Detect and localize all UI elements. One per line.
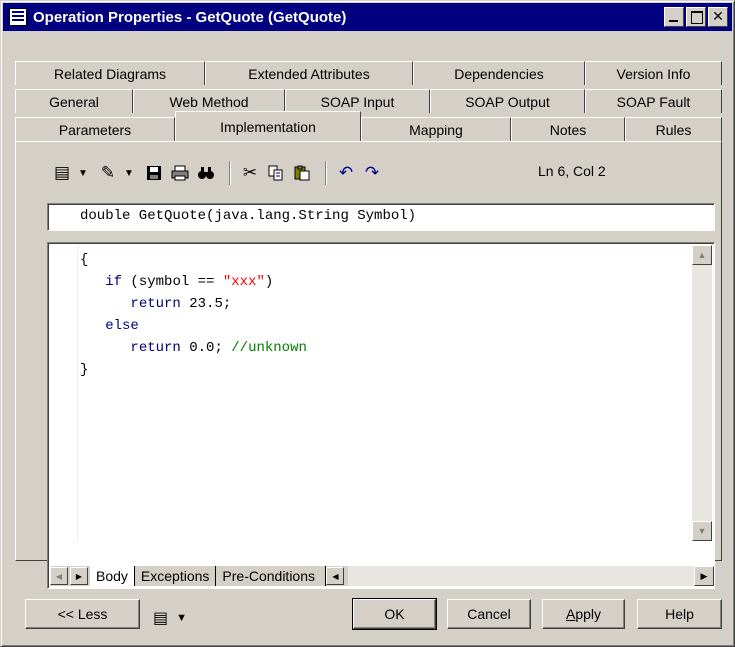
editor-tab-strip: ◀ ▶ Body Exceptions Pre-Conditions ◀ ▶ bbox=[50, 566, 714, 586]
maximize-button[interactable] bbox=[686, 7, 706, 27]
code-editor[interactable]: { if (symbol == "xxx") return 23.5; else… bbox=[47, 242, 715, 589]
tab-general[interactable]: General bbox=[15, 89, 133, 113]
code-keyword: if bbox=[105, 274, 123, 290]
edit-icon[interactable]: ✎ bbox=[97, 162, 119, 184]
window-title: Operation Properties - GetQuote (GetQuot… bbox=[33, 8, 347, 26]
code-line: } bbox=[80, 359, 690, 381]
code-text: 23.5; bbox=[180, 296, 232, 312]
properties-icon[interactable]: ▤ bbox=[51, 162, 73, 184]
tab-soap-output[interactable]: SOAP Output bbox=[430, 89, 585, 113]
code-line: if (symbol == "xxx") bbox=[80, 271, 690, 293]
vertical-scrollbar[interactable]: ▲ ▼ bbox=[692, 245, 712, 541]
code-keyword: return bbox=[130, 340, 181, 356]
code-line: return 23.5; bbox=[80, 293, 690, 315]
undo-icon[interactable]: ↶ bbox=[335, 162, 357, 184]
chevron-down-icon[interactable]: ▼ bbox=[77, 162, 89, 184]
horizontal-scrollbar[interactable]: ▶ bbox=[348, 566, 714, 586]
save-icon[interactable] bbox=[143, 162, 165, 184]
find-icon[interactable] bbox=[195, 162, 217, 184]
list-options[interactable]: ▤ ▼ bbox=[153, 606, 201, 630]
method-signature-field[interactable]: double GetQuote(java.lang.String Symbol) bbox=[47, 203, 715, 231]
close-button[interactable]: ✕ bbox=[708, 7, 728, 27]
code-line: return 0.0; //unknown bbox=[80, 337, 690, 359]
editor-tab-exceptions[interactable]: Exceptions bbox=[135, 566, 217, 586]
tab-web-method[interactable]: Web Method bbox=[133, 89, 285, 113]
tab-soap-input[interactable]: SOAP Input bbox=[285, 89, 430, 113]
window-icon[interactable] bbox=[9, 8, 27, 26]
tab-extended-attributes[interactable]: Extended Attributes bbox=[205, 61, 413, 85]
cancel-button[interactable]: Cancel bbox=[447, 599, 531, 629]
tab-related-diagrams[interactable]: Related Diagrams bbox=[15, 61, 205, 85]
toolbar-separator bbox=[229, 161, 231, 185]
cursor-position: Ln 6, Col 2 bbox=[538, 163, 606, 179]
hscroll-left-button[interactable]: ◀ bbox=[326, 567, 345, 585]
code-body[interactable]: { if (symbol == "xxx") return 23.5; else… bbox=[80, 249, 690, 381]
tab-scroll-left-button[interactable]: ◀ bbox=[50, 567, 68, 585]
apply-button[interactable]: Apply bbox=[542, 599, 625, 629]
code-line: else bbox=[80, 315, 690, 337]
less-button[interactable]: << Less bbox=[25, 599, 140, 629]
help-button[interactable]: Help bbox=[637, 599, 722, 629]
tab-soap-fault[interactable]: SOAP Fault bbox=[585, 89, 722, 113]
code-keyword: else bbox=[105, 318, 139, 334]
tab-row-1: Related Diagrams Extended Attributes Dep… bbox=[15, 61, 722, 85]
code-string: "xxx" bbox=[222, 274, 265, 290]
code-text: { bbox=[80, 252, 89, 268]
scroll-down-button[interactable]: ▼ bbox=[692, 521, 712, 541]
cut-icon[interactable]: ✂ bbox=[239, 162, 261, 184]
code-text: } bbox=[80, 362, 89, 378]
operation-properties-window: Operation Properties - GetQuote (GetQuot… bbox=[0, 0, 735, 647]
print-icon[interactable] bbox=[169, 162, 191, 184]
tab-scroll-right-button[interactable]: ▶ bbox=[70, 567, 88, 585]
toolbar-separator bbox=[325, 161, 327, 185]
code-comment: //unknown bbox=[231, 340, 307, 356]
tab-mapping[interactable]: Mapping bbox=[361, 117, 511, 141]
chevron-down-icon[interactable]: ▼ bbox=[123, 162, 135, 184]
scroll-up-button[interactable]: ▲ bbox=[692, 245, 712, 265]
list-icon[interactable]: ▤ bbox=[153, 608, 168, 628]
tab-version-info[interactable]: Version Info bbox=[585, 61, 722, 85]
editor-toolbar: ▤ ▼ ✎ ▼ ✂ ↶ ↷ bbox=[51, 159, 387, 187]
code-keyword: return bbox=[130, 296, 181, 312]
code-text: ) bbox=[264, 274, 274, 290]
editor-tab-body[interactable]: Body bbox=[90, 566, 135, 586]
tab-parameters[interactable]: Parameters bbox=[15, 117, 175, 141]
title-bar[interactable]: Operation Properties - GetQuote (GetQuot… bbox=[3, 3, 732, 31]
tab-dependencies[interactable]: Dependencies bbox=[413, 61, 585, 85]
editor-tab-pre-conditions[interactable]: Pre-Conditions bbox=[216, 566, 327, 586]
code-text: 0.0; bbox=[180, 340, 232, 356]
copy-icon[interactable] bbox=[265, 162, 287, 184]
tab-implementation[interactable]: Implementation bbox=[175, 111, 361, 141]
code-text: (symbol == bbox=[122, 274, 223, 290]
editor-gutter bbox=[50, 245, 78, 541]
paste-icon[interactable] bbox=[291, 162, 313, 184]
code-line: { bbox=[80, 249, 690, 271]
redo-icon[interactable]: ↷ bbox=[361, 162, 383, 184]
tab-row-2: General Web Method SOAP Input SOAP Outpu… bbox=[15, 89, 722, 113]
ok-button[interactable]: OK bbox=[352, 598, 437, 630]
chevron-down-icon[interactable]: ▼ bbox=[176, 612, 187, 624]
tab-row-3: Parameters Implementation Mapping Notes … bbox=[15, 111, 722, 141]
tab-rules[interactable]: Rules bbox=[625, 117, 722, 141]
tab-notes[interactable]: Notes bbox=[511, 117, 625, 141]
minimize-button[interactable] bbox=[664, 7, 684, 27]
hscroll-right-button[interactable]: ▶ bbox=[694, 566, 714, 586]
